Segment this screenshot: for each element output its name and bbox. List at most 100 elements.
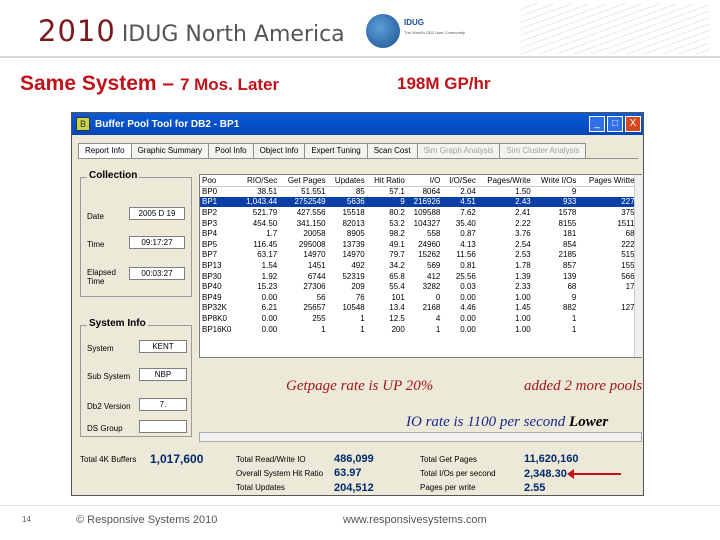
col-hit-ratio[interactable]: Hit Ratio	[366, 175, 407, 187]
table-row[interactable]: BP30 1.92 6744 52319 65.8 412 25.56 1.39 139 5664	[200, 271, 641, 282]
table-cell: 4.13	[460, 239, 476, 249]
minimize-button[interactable]: _	[589, 116, 605, 132]
col-pool[interactable]: Poo	[200, 175, 239, 187]
elapsed-field[interactable]: 00:03:27	[129, 267, 185, 280]
table-cell: 5150	[621, 250, 639, 260]
table-row[interactable]: BP5 116.45 295008 13739 49.1 24960 4.13 2.54 854…	[200, 239, 641, 250]
table-cell: 2.43	[477, 196, 533, 208]
table-cell: 0.87	[460, 229, 476, 239]
ds-group-field[interactable]	[139, 420, 187, 433]
tab-sim-cluster-analysis[interactable]: Sim Cluster Analysis	[499, 143, 587, 158]
table-row[interactable]: BP8K00.00255112.540.001.0011	[200, 313, 641, 324]
table-cell: 25657	[303, 303, 326, 313]
system-info-title: System Info	[87, 318, 148, 329]
col-io-sec[interactable]: I/O/Sec	[442, 175, 478, 187]
maximize-button[interactable]: □	[607, 116, 623, 132]
grid-vertical-scrollbar[interactable]	[634, 175, 642, 357]
ds-group-label: DS Group	[87, 424, 123, 433]
table-row[interactable]: BP32K 6.21 25657 10548 13.4 2168 4.46 1.45 882 12…	[200, 303, 641, 314]
table-cell: 2.22	[515, 218, 531, 228]
table-cell: 1.00	[515, 292, 531, 302]
table-cell: 341.150	[296, 218, 326, 228]
tab-sim-graph-analysis[interactable]: Sim Graph Analysis	[416, 143, 501, 158]
time-field[interactable]: 09:17:27	[129, 236, 185, 249]
table-row[interactable]: BP49 0.00 56 76 101 0 0.00 1.00 99	[200, 292, 641, 303]
table-cell: 53.2	[389, 218, 405, 228]
close-button[interactable]: X	[625, 116, 641, 132]
table-cell: 101	[391, 292, 405, 302]
table-cell: 9	[578, 186, 641, 197]
table-row[interactable]: BP2 521.79 427.556 15518 80.2 109588 7.62 2.41 1…	[200, 207, 641, 218]
slide-title-sub: 7 Mos. Later	[179, 75, 280, 94]
table-row[interactable]: BP40 15.23 27306 209 55.4 3282 0.03 2.33 68 172	[200, 281, 641, 292]
table-cell: 0.00	[261, 313, 278, 323]
table-cell: 1	[435, 324, 441, 334]
table-cell: 104327	[413, 218, 441, 228]
footer-url[interactable]: www.responsivesystems.com	[343, 514, 487, 526]
col-write-ios[interactable]: Write I/Os	[532, 175, 579, 187]
table-row[interactable]: BP3 454.50 341.150 82013 53.2 104327 35.40 2.22…	[200, 218, 641, 229]
col-updates[interactable]: Updates	[327, 175, 367, 187]
col-pages-written[interactable]: Pages Written	[578, 175, 641, 187]
tab-object-info[interactable]: Object Info	[252, 143, 306, 158]
title-bar[interactable]: B Buffer Pool Tool for DB2 - BP1 _ □ X	[72, 113, 643, 135]
tab-expert-tuning[interactable]: Expert Tuning	[304, 143, 368, 158]
table-cell: 2.04	[460, 187, 476, 197]
table-cell: 569	[427, 260, 441, 270]
table-cell: 14970	[342, 250, 365, 260]
header-divider	[0, 56, 720, 58]
db2-version-label: Db2 Version	[87, 402, 131, 411]
system-field[interactable]: KENT	[139, 340, 187, 353]
hit-ratio-label: Overall System Hit Ratio	[236, 469, 324, 478]
table-cell: BP7	[202, 250, 218, 260]
table-cell: 0.00	[460, 324, 476, 334]
date-field[interactable]: 2005 D 19	[129, 207, 185, 220]
table-cell: BP4	[202, 229, 218, 239]
table-cell: 181	[562, 229, 577, 239]
table-row[interactable]: BP4 1.7 20058 8905 98.2 558 0.87 3.76 181 680	[200, 228, 641, 239]
table-cell: 35.40	[455, 218, 476, 228]
subsystem-field[interactable]: NBP	[139, 368, 187, 381]
tab-pool-info[interactable]: Pool Info	[208, 143, 254, 158]
table-row[interactable]: BP13 1.54 1451 492 34.2 569 0.81 1.78 857 1557	[200, 260, 641, 271]
window-controls: _ □ X	[589, 116, 641, 132]
table-cell: 2.33	[515, 282, 531, 292]
table-cell: 933	[532, 196, 579, 208]
table-row[interactable]: BP16K00.001120010.001.0011	[200, 324, 641, 335]
logo-text: IDUG	[404, 18, 424, 27]
table-cell: 454.50	[252, 218, 278, 228]
arrow-icon	[567, 469, 621, 479]
table-cell: 3282	[422, 282, 441, 292]
time-label: Time	[87, 240, 105, 249]
table-row[interactable]: BP1 1,043.44 2752549 5636 9 216926 4.51 2.43 933…	[200, 196, 641, 208]
table-cell: 4.51	[442, 196, 478, 208]
tab-report-info[interactable]: Report Info	[78, 143, 132, 158]
updates-value: 204,512	[334, 482, 374, 494]
table-cell: 55.4	[389, 282, 405, 292]
app-window: B Buffer Pool Tool for DB2 - BP1 _ □ X R…	[71, 112, 644, 496]
col-pages-write[interactable]: Pages/Write	[477, 175, 533, 187]
col-io[interactable]: I/O	[406, 175, 443, 187]
table-cell: 13.4	[389, 303, 405, 313]
tab-graphic-summary[interactable]: Graphic Summary	[130, 143, 210, 158]
db2-version-field[interactable]: 7.	[139, 398, 187, 411]
col-get-pages[interactable]: Get Pages	[279, 175, 328, 187]
table-cell: 1.50	[515, 187, 531, 197]
table-cell: BP3	[202, 218, 218, 228]
tab-scan-cost[interactable]: Scan Cost	[366, 143, 418, 158]
table-cell: 5636	[327, 196, 367, 208]
col-rio-sec[interactable]: RIO/Sec	[238, 175, 280, 187]
table-cell: 1557	[621, 260, 639, 270]
table-row[interactable]: BP7 63.17 14970 14970 79.7 15262 11.56 2.53 2185…	[200, 250, 641, 261]
table-cell: 34.2	[389, 260, 405, 270]
table-cell: BP32K	[202, 303, 227, 313]
table-cell: 857	[562, 260, 577, 270]
footer-copyright: © Responsive Systems 2010	[76, 514, 218, 526]
grid-horizontal-scrollbar[interactable]	[199, 432, 642, 442]
table-cell: 13739	[342, 239, 365, 249]
ios-value: 2,348.30	[524, 468, 567, 480]
table-cell: 38.51	[257, 187, 278, 197]
slide-title: Same System – 7 Mos. Later	[20, 72, 279, 96]
bufferpool-grid[interactable]: Poo RIO/Sec Get Pages Updates Hit Ratio …	[199, 174, 642, 358]
table-row[interactable]: BP0 38.51 51.551 85 57.1 8064 2.04 1.50 99	[200, 186, 641, 197]
